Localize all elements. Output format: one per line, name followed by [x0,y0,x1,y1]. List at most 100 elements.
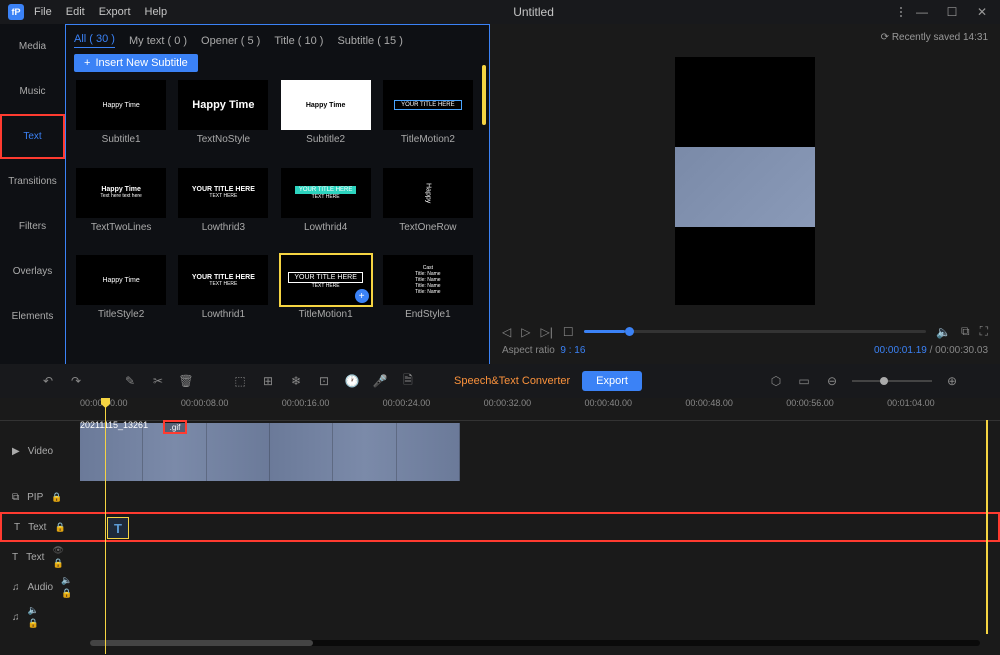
ruler-tick: 00:00:08.00 [181,398,282,420]
preset-titlemotion2[interactable]: YOUR TITLE HERETitleMotion2 [381,80,475,160]
tab-all[interactable]: All ( 30 ) [74,33,115,48]
ruler-tick: 00:00:16.00 [282,398,383,420]
redo-icon[interactable]: ↷ [68,373,84,389]
sidenav-text[interactable]: Text [0,114,65,159]
tab-subtitle[interactable]: Subtitle ( 15 ) [337,35,402,47]
track-icon: ♫ [12,612,20,623]
pip-track-icon: ⧉ [12,492,19,503]
undo-icon[interactable]: ↶ [40,373,56,389]
preset-subtitle2[interactable]: Happy TimeSubtitle2 [279,80,373,160]
ruler-tick: 00:00:40.00 [584,398,685,420]
speech-text-link[interactable]: Speech&Text Converter [454,375,570,387]
more-icon[interactable] [900,7,902,17]
mute-icon[interactable]: 🔈 [61,575,72,586]
cut-icon[interactable]: ✂ [150,373,166,389]
timeline-toolbar: ↶ ↷ ✎ ✂ 🗑 ⬚ ⊞ ❄ ⊡ 🕐 🎤 🗎 Speech&Text Conv… [0,364,1000,398]
fullscreen-icon[interactable]: ⛶ [980,324,988,339]
freeze-icon[interactable]: ❄ [288,373,304,389]
visibility-icon[interactable]: 👁 [52,545,63,556]
menu-export[interactable]: Export [99,6,131,18]
play-icon[interactable]: ▷ [521,325,530,339]
preset-titlestyle2[interactable]: Happy TimeTitleStyle2 [74,255,168,335]
seek-slider[interactable] [584,330,926,333]
preset-label: Lowthrid4 [304,222,347,233]
preview-panel: ⟳ Recently saved 14:31 ◁ ▷ ▷| ☐ 🔈 ⧉ ⛶ As… [490,24,1000,364]
lock-icon[interactable]: 🔒 [54,522,65,533]
plus-icon: + [84,57,90,69]
preset-lowthrid3[interactable]: YOUR TITLE HERETEXT HERELowthrid3 [176,168,270,248]
clip-label: 20211115_13261 [80,420,148,434]
preset-subtitle1[interactable]: Happy TimeSubtitle1 [74,80,168,160]
lock-icon[interactable]: 🔒 [61,588,72,599]
mosaic-icon[interactable]: ⊞ [260,373,276,389]
preset-textonerow[interactable]: HappyTextOneRow [381,168,475,248]
app-logo: fP [8,4,24,20]
menu-file[interactable]: File [34,6,52,18]
ruler-tick: 00:00:24.00 [383,398,484,420]
preset-label: TitleStyle2 [98,309,144,320]
sidenav-elements[interactable]: Elements [0,294,65,339]
text-track-icon: T [14,522,20,533]
preset-label: TextTwoLines [91,222,152,233]
volume-icon[interactable]: 🔈 [936,325,951,339]
lock-icon[interactable]: 🔒 [28,618,39,629]
text-clip[interactable]: T [107,517,129,539]
zoom-slider[interactable] [852,380,932,382]
close-button[interactable]: ✕ [972,5,992,19]
next-frame-icon[interactable]: ▷| [540,325,552,339]
lock-icon[interactable]: 🔒 [51,492,62,503]
timeline-scrollbar[interactable] [90,640,980,646]
sidenav-media[interactable]: Media [0,24,65,69]
menu-edit[interactable]: Edit [66,6,85,18]
tab-title[interactable]: Title ( 10 ) [274,35,323,47]
duration-icon[interactable]: 🕐 [344,373,360,389]
preset-label: TitleMotion2 [401,134,455,145]
prev-frame-icon[interactable]: ◁ [502,325,511,339]
edit-icon[interactable]: ✎ [122,373,138,389]
minimize-button[interactable]: — [912,5,932,19]
sidenav-overlays[interactable]: Overlays [0,249,65,294]
marker-icon[interactable]: ⬡ [768,373,784,389]
window-title: Untitled [167,5,900,19]
delete-icon[interactable]: 🗑 [178,373,194,389]
menu-help[interactable]: Help [145,6,168,18]
preset-lowthrid1[interactable]: YOUR TITLE HERETEXT HERELowthrid1 [176,255,270,335]
sidenav-music[interactable]: Music [0,69,65,114]
tab-mytext[interactable]: My text ( 0 ) [129,35,187,47]
ruler-tick: 00:00:56.00 [786,398,887,420]
preset-titlemotion1[interactable]: YOUR TITLE HERETEXT HERE+TitleMotion1 [279,255,373,335]
preset-label: TextNoStyle [197,134,250,145]
track-audio: ♫ Audio 🔈🔒 [0,572,1000,602]
library-scrollbar[interactable] [482,65,486,356]
mute-icon[interactable]: 🔈 [28,605,39,616]
preview-info: Aspect ratio 9 : 16 00:00:01.19 / 00:00:… [502,345,988,356]
voiceover-icon[interactable]: 🎤 [372,373,388,389]
add-icon[interactable]: + [355,289,369,303]
preset-grid: Happy TimeSubtitle1Happy TimeTextNoStyle… [74,80,481,335]
snapshot-icon[interactable]: ⧉ [961,324,970,339]
library-tabs: All ( 30 ) My text ( 0 ) Opener ( 5 ) Ti… [74,33,481,48]
maximize-button[interactable]: ☐ [942,5,962,19]
zoom-in-icon[interactable]: ⊕ [944,373,960,389]
page-icon[interactable]: 🗎 [400,373,416,389]
menu-bar: File Edit Export Help [34,6,167,18]
time-ruler[interactable]: 00:00:00.0000:00:08.0000:00:16.0000:00:2… [80,398,988,420]
snap-icon[interactable]: ▭ [796,373,812,389]
insert-subtitle-button[interactable]: + Insert New Subtitle [74,54,198,72]
sidenav-filters[interactable]: Filters [0,204,65,249]
preset-lowthrid4[interactable]: YOUR TITLE HERETEXT HERELowthrid4 [279,168,373,248]
preset-textnostyle[interactable]: Happy TimeTextNoStyle [176,80,270,160]
crop-icon[interactable]: ⬚ [232,373,248,389]
preset-endstyle1[interactable]: CastTitle: NameTitle: NameTitle: NameTit… [381,255,475,335]
lock-icon[interactable]: 🔒 [52,558,63,569]
sidenav-transitions[interactable]: Transitions [0,159,65,204]
preset-texttwolines[interactable]: Happy TimeText here text hereTextTwoLine… [74,168,168,248]
timeline: 00:00:00.0000:00:08.0000:00:16.0000:00:2… [0,398,1000,654]
playhead[interactable] [105,398,106,654]
export-button[interactable]: Export [582,371,642,391]
zoom-icon[interactable]: ⊡ [316,373,332,389]
zoom-out-icon[interactable]: ⊖ [824,373,840,389]
video-track-icon: ▶ [12,446,20,457]
stop-icon[interactable]: ☐ [563,325,574,339]
tab-opener[interactable]: Opener ( 5 ) [201,35,260,47]
